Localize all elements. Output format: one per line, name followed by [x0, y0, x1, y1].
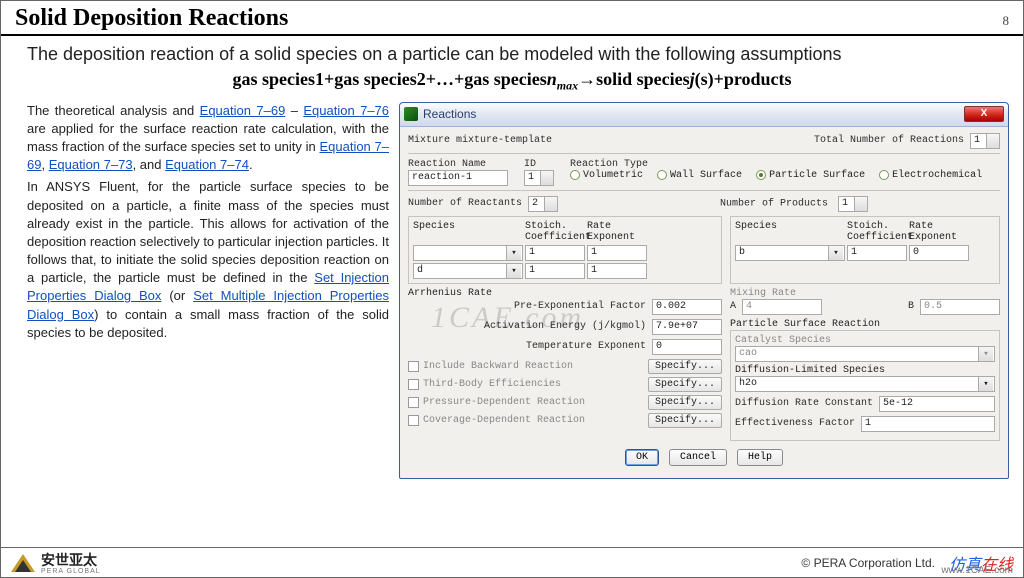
site-url: www.1CAE.com	[941, 565, 1013, 576]
intro-text: The deposition reaction of a solid speci…	[27, 44, 997, 65]
link-eq-7-73[interactable]: Equation 7–73	[49, 157, 133, 172]
radio-electrochemical[interactable]: Electrochemical	[879, 170, 982, 181]
chk-third-body[interactable]	[408, 379, 419, 390]
reactant-rate-header: Rate Exponent	[587, 221, 647, 243]
pre-exp-label: Pre-Exponential Factor	[408, 301, 646, 312]
body-text: The theoretical analysis and Equation 7–…	[27, 102, 389, 479]
product-species-1[interactable]: b	[735, 245, 845, 261]
chk-coverage-label: Coverage-Dependent Reaction	[423, 415, 585, 426]
catalyst-label: Catalyst Species	[735, 335, 995, 346]
eff-label: Effectiveness Factor	[735, 418, 855, 429]
chk-pressure[interactable]	[408, 397, 419, 408]
close-button[interactable]: X	[964, 106, 1004, 122]
product-stoich-header: Stoich. Coefficient	[847, 221, 907, 243]
brand-cn: 安世亚太	[41, 550, 101, 570]
act-energy-label: Activation Energy (j/kgmol)	[408, 321, 646, 332]
drc-input[interactable]: 5e-12	[879, 396, 995, 412]
num-reactants-label: Number of Reactants	[408, 198, 522, 209]
reactions-dialog: Reactions X Mixture mixture-template Tot…	[399, 102, 1009, 479]
mixing-b-input: 0.5	[920, 299, 1000, 315]
chk-backward[interactable]	[408, 361, 419, 372]
psr-title: Particle Surface Reaction	[730, 319, 1000, 330]
num-reactants-input[interactable]: 2	[528, 196, 558, 212]
mixing-a-label: A	[730, 301, 736, 312]
mixture-value: mixture-template	[456, 135, 552, 146]
link-eq-7-76[interactable]: Equation 7–76	[303, 103, 389, 118]
reactant-species-2[interactable]: d	[413, 263, 523, 279]
pre-exp-input[interactable]: 0.002	[652, 299, 722, 315]
reaction-name-label: Reaction Name	[408, 159, 518, 170]
specify-coverage[interactable]: Specify...	[648, 413, 722, 428]
brand-en: PERA GLOBAL	[41, 568, 101, 575]
mixing-a-input: 4	[742, 299, 822, 315]
link-eq-7-69[interactable]: Equation 7–69	[200, 103, 286, 118]
reaction-equation: gas species1+gas species2+…+gas speciesn…	[1, 69, 1023, 94]
reactant-species-header: Species	[413, 221, 523, 243]
pera-logo: 安世亚太 PERA GLOBAL	[11, 550, 101, 575]
reactant-rate-2[interactable]: 1	[587, 263, 647, 279]
radio-volumetric[interactable]: Volumetric	[570, 170, 643, 181]
reactant-stoich-2[interactable]: 1	[525, 263, 585, 279]
chk-pressure-label: Pressure-Dependent Reaction	[423, 397, 585, 408]
dls-label: Diffusion-Limited Species	[735, 365, 995, 376]
temp-exp-label: Temperature Exponent	[408, 341, 646, 352]
specify-third-body[interactable]: Specify...	[648, 377, 722, 392]
slide-title: Solid Deposition Reactions	[15, 5, 288, 32]
arrhenius-title: Arrhenius Rate	[408, 288, 722, 299]
reactant-stoich-1[interactable]: 1	[525, 245, 585, 261]
page-number: 8	[1003, 13, 1010, 29]
slide-header: Solid Deposition Reactions 8	[1, 1, 1023, 36]
reaction-name-input[interactable]: reaction-1	[408, 170, 508, 186]
app-icon	[404, 107, 418, 121]
catalyst-input: cao	[735, 346, 995, 362]
chk-backward-label: Include Backward Reaction	[423, 361, 573, 372]
logo-triangle-icon	[11, 554, 35, 572]
radio-wall-surface[interactable]: Wall Surface	[657, 170, 742, 181]
product-rate-header: Rate Exponent	[909, 221, 969, 243]
radio-particle-surface[interactable]: Particle Surface	[756, 170, 865, 181]
reaction-type-label: Reaction Type	[570, 159, 1000, 170]
reactant-rate-1[interactable]: 1	[587, 245, 647, 261]
id-input[interactable]: 1	[524, 170, 554, 186]
mixing-rate-title: Mixing Rate	[730, 288, 1000, 299]
mixture-label: Mixture	[408, 135, 450, 146]
help-button[interactable]: Help	[737, 449, 783, 466]
total-reactions-input[interactable]: 1	[970, 133, 1000, 149]
chk-coverage[interactable]	[408, 415, 419, 426]
num-products-input[interactable]: 1	[838, 196, 868, 212]
mixing-b-label: B	[908, 301, 914, 312]
dialog-titlebar[interactable]: Reactions X	[400, 103, 1008, 127]
specify-pressure[interactable]: Specify...	[648, 395, 722, 410]
link-eq-7-74[interactable]: Equation 7–74	[165, 157, 249, 172]
temp-exp-input[interactable]: 0	[652, 339, 722, 355]
dialog-title: Reactions	[423, 107, 476, 121]
copyright: © PERA Corporation Ltd.	[801, 556, 935, 570]
id-label: ID	[524, 159, 564, 170]
product-rate-1[interactable]: 0	[909, 245, 969, 261]
chk-third-body-label: Third-Body Efficiencies	[423, 379, 561, 390]
product-stoich-1[interactable]: 1	[847, 245, 907, 261]
act-energy-input[interactable]: 7.9e+07	[652, 319, 722, 335]
reactant-species-1[interactable]	[413, 245, 523, 261]
slide-footer: 安世亚太 PERA GLOBAL © PERA Corporation Ltd.…	[1, 547, 1023, 577]
total-reactions-label: Total Number of Reactions	[814, 135, 964, 146]
specify-backward[interactable]: Specify...	[648, 359, 722, 374]
drc-label: Diffusion Rate Constant	[735, 398, 873, 409]
dls-input[interactable]: h2o	[735, 376, 995, 392]
product-species-header: Species	[735, 221, 845, 243]
eff-input[interactable]: 1	[861, 416, 995, 432]
num-products-label: Number of Products	[720, 198, 828, 209]
cancel-button[interactable]: Cancel	[669, 449, 727, 466]
ok-button[interactable]: OK	[625, 449, 659, 466]
reactant-stoich-header: Stoich. Coefficient	[525, 221, 585, 243]
